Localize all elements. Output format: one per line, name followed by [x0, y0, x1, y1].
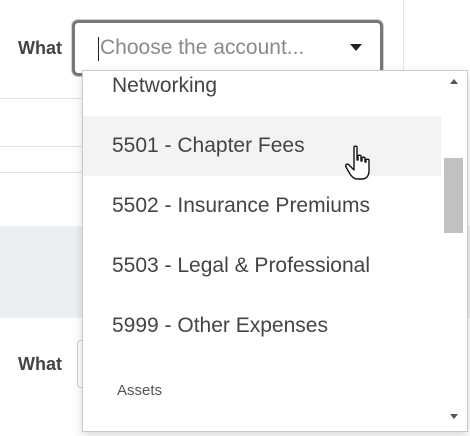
text-caret — [98, 37, 99, 61]
row-divider — [0, 172, 82, 173]
dropdown-option[interactable]: Networking — [83, 71, 441, 116]
account-select[interactable]: Choose the account... — [72, 20, 383, 76]
scroll-down-arrow-icon[interactable] — [450, 414, 458, 419]
scroll-up-arrow-icon[interactable] — [450, 79, 458, 84]
caret-down-icon[interactable] — [350, 44, 362, 51]
dropdown-option[interactable]: 5503 - Legal & Professional — [83, 236, 441, 296]
dropdown-scrollbar[interactable] — [441, 71, 467, 431]
row-divider — [0, 146, 82, 147]
row-divider — [0, 98, 82, 99]
what-label: What — [18, 38, 62, 58]
dropdown-option[interactable]: 5502 - Insurance Premiums — [83, 176, 441, 236]
dropdown-option-hovered[interactable]: 5501 - Chapter Fees — [83, 116, 441, 176]
dropdown-option[interactable]: 5999 - Other Expenses — [83, 296, 441, 356]
group-header-assets: Assets — [117, 382, 163, 399]
account-select-placeholder: Choose the account... — [100, 36, 305, 59]
what-label-2: What — [18, 354, 62, 374]
account-dropdown-list[interactable]: Networking 5501 - Chapter Fees 5502 - In… — [82, 70, 468, 432]
scrollbar-thumb[interactable] — [444, 158, 463, 233]
hand-pointer-cursor-icon — [345, 145, 370, 180]
